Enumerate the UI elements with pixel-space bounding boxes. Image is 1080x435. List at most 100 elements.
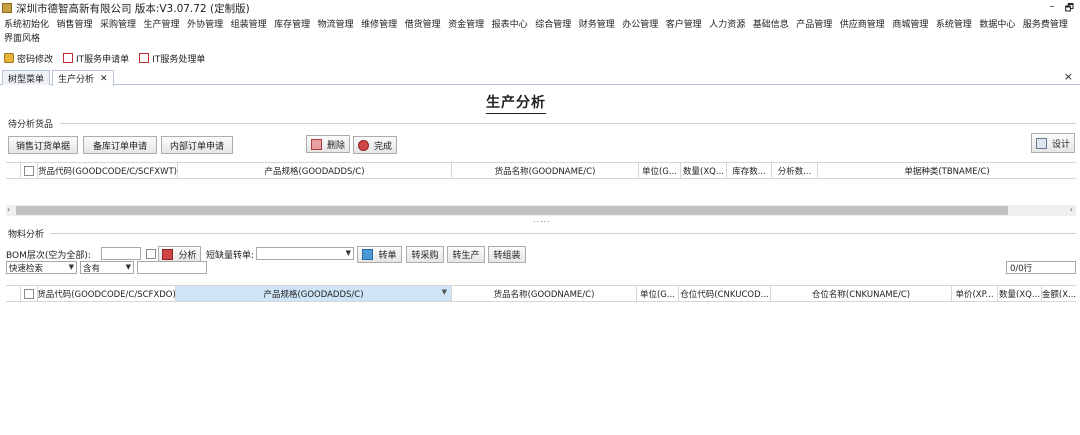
menu-item[interactable]: 借货管理: [405, 17, 441, 30]
menu-item[interactable]: 采购管理: [100, 17, 136, 30]
analyze-label: 分析: [178, 251, 197, 261]
column-header-highlighted[interactable]: 产品规格(GOODADDS/C) ▼: [176, 286, 452, 301]
to-assembly-button[interactable]: 转组装: [488, 246, 526, 263]
search-operator-select[interactable]: 含有 ▼: [80, 261, 134, 274]
window-titlebar: 深圳市德智高新有限公司 版本:V3.07.72 (定制版) – 🗗: [0, 0, 1080, 16]
menu-item[interactable]: 财务管理: [579, 17, 615, 30]
column-header[interactable]: 货品代码(GOODCODE/C/SCFXWT): [38, 163, 178, 178]
menu-item[interactable]: 供应商管理: [840, 17, 885, 30]
done-label: 完成: [373, 141, 392, 152]
column-header[interactable]: 货品名称(GOODNAME/C): [452, 286, 637, 301]
page-title: 生产分析: [486, 92, 546, 114]
lock-icon: [4, 53, 14, 63]
search-input[interactable]: [137, 261, 207, 274]
delete-button[interactable]: 删除: [306, 135, 350, 153]
column-header[interactable]: 数量(XQ...: [681, 163, 727, 178]
menu-item[interactable]: 维修管理: [361, 17, 397, 30]
menu-item[interactable]: 系统管理: [936, 17, 972, 30]
to-purchase-button[interactable]: 转采购: [406, 246, 444, 263]
column-header[interactable]: 仓位名称(CNKUNAME/C): [771, 286, 952, 301]
tab-label: 生产分析: [58, 75, 95, 85]
menu-item[interactable]: 组装管理: [231, 17, 267, 30]
tab-production-analysis[interactable]: 生产分析 ✕: [52, 70, 114, 86]
window-title: 深圳市德智高新有限公司 版本:V3.07.72 (定制版): [16, 2, 250, 15]
sales-order-button[interactable]: 销售订货单据: [8, 136, 78, 154]
menu-item[interactable]: 库存管理: [274, 17, 310, 30]
splitter-grip[interactable]: .....: [533, 215, 551, 224]
menu-item[interactable]: 资金管理: [448, 17, 484, 30]
menu-item[interactable]: 办公管理: [622, 17, 658, 30]
menu-item[interactable]: 基础信息: [753, 17, 789, 30]
chevron-down-icon: ▼: [125, 263, 131, 271]
column-header[interactable]: 单据种类(TBNAME/C): [818, 163, 1076, 178]
select-all-checkbox[interactable]: [24, 165, 34, 176]
stock-order-button[interactable]: 备库订单申请: [83, 136, 157, 154]
menu-item[interactable]: 外协管理: [187, 17, 223, 30]
transfer-button[interactable]: 转单: [357, 246, 402, 263]
search-operator-value: 含有: [83, 263, 101, 274]
app-logo-icon: [2, 3, 12, 13]
material-grid-header: 货品代码(GOODCODE/C/SCFXDO) 产品规格(GOODADDS/C)…: [6, 285, 1076, 302]
menu-item[interactable]: 服务费管理: [1023, 17, 1068, 30]
menu-item[interactable]: 生产管理: [144, 17, 180, 30]
menu-item[interactable]: 产品管理: [796, 17, 832, 30]
column-header[interactable]: 金额(X...: [1042, 286, 1076, 301]
pending-goods-grid-header: 货品代码(GOODCODE/C/SCFXWT) 产品规格(GOODADDS/C)…: [6, 162, 1076, 179]
done-button[interactable]: 完成: [353, 136, 397, 154]
quick-it-request[interactable]: IT服务申请单: [63, 52, 129, 65]
quick-it-handling[interactable]: IT服务处理单: [139, 52, 205, 65]
menu-item[interactable]: 物流管理: [318, 17, 354, 30]
bom-checkbox[interactable]: [146, 249, 156, 259]
menu-item[interactable]: 人力资源: [709, 17, 745, 30]
search-field-select[interactable]: 快速检索 ▼: [6, 261, 77, 274]
column-header[interactable]: 产品规格(GOODADDS/C): [178, 163, 452, 178]
scroll-left-icon[interactable]: ‹: [7, 205, 10, 214]
menu-item[interactable]: 商城管理: [892, 17, 928, 30]
column-header[interactable]: 货品代码(GOODCODE/C/SCFXDO): [38, 286, 176, 301]
section-label-material-analysis: 物料分析: [8, 230, 45, 240]
chevron-down-icon: ▼: [345, 249, 351, 257]
shortage-label: 短缺量转单:: [206, 251, 255, 261]
menu-item[interactable]: 系统初始化: [4, 17, 49, 30]
menu-item[interactable]: 数据中心: [979, 17, 1015, 30]
column-header[interactable]: 单位(G...: [639, 163, 681, 178]
menu-row-1: 系统初始化 销售管理 采购管理 生产管理 外协管理 组装管理 库存管理 物流管理…: [0, 16, 1080, 30]
scroll-right-icon[interactable]: ›: [1070, 205, 1073, 214]
menu-item[interactable]: 综合管理: [535, 17, 571, 30]
column-header[interactable]: 单价(XP...: [952, 286, 998, 301]
menu-item[interactable]: 销售管理: [57, 17, 93, 30]
row-indicator: [6, 163, 21, 178]
menu-item[interactable]: 客户管理: [666, 17, 702, 30]
scrollbar-thumb[interactable]: [16, 206, 1008, 215]
column-header[interactable]: 库存数...: [727, 163, 772, 178]
column-header[interactable]: 分析数...: [772, 163, 818, 178]
row-indicator: [6, 286, 21, 301]
menu-item-ui-style[interactable]: 界面风格: [4, 31, 40, 44]
document-tabs: 树型菜单 生产分析 ✕ ×: [0, 69, 1080, 86]
panel-close-icon[interactable]: ×: [1064, 70, 1073, 83]
select-all-checkbox[interactable]: [24, 288, 34, 299]
quick-password-change[interactable]: 密码修改: [4, 52, 53, 65]
design-button[interactable]: 设计: [1031, 133, 1075, 153]
menu-item[interactable]: 报表中心: [492, 17, 528, 30]
tab-label: 树型菜单: [8, 74, 45, 85]
section-divider: [50, 233, 1076, 234]
column-header[interactable]: 单位(G...: [637, 286, 679, 301]
shortage-select[interactable]: ▼: [256, 247, 354, 260]
quick-toolbar: 密码修改 IT服务申请单 IT服务处理单: [0, 50, 215, 66]
select-all-cell: [21, 286, 38, 301]
tab-close-icon[interactable]: ✕: [100, 74, 108, 84]
design-icon: [1035, 137, 1047, 149]
to-production-button[interactable]: 转生产: [447, 246, 485, 263]
column-header[interactable]: 仓位代码(CNKUCOD...: [679, 286, 771, 301]
bom-level-input[interactable]: [101, 247, 141, 260]
analyze-icon: [162, 249, 174, 260]
column-header[interactable]: 数量(XQ...: [998, 286, 1042, 301]
column-header[interactable]: 货品名称(GOODNAME/C): [452, 163, 639, 178]
section-label-pending-goods: 待分析货品: [8, 120, 54, 130]
quick-item-label: IT服务申请单: [76, 54, 130, 65]
tab-tree-menu[interactable]: 树型菜单: [2, 70, 51, 85]
internal-order-button[interactable]: 内部订单申请: [161, 136, 233, 154]
sort-arrow-icon: ▼: [441, 288, 447, 296]
record-count: 0/0行: [1006, 261, 1076, 274]
